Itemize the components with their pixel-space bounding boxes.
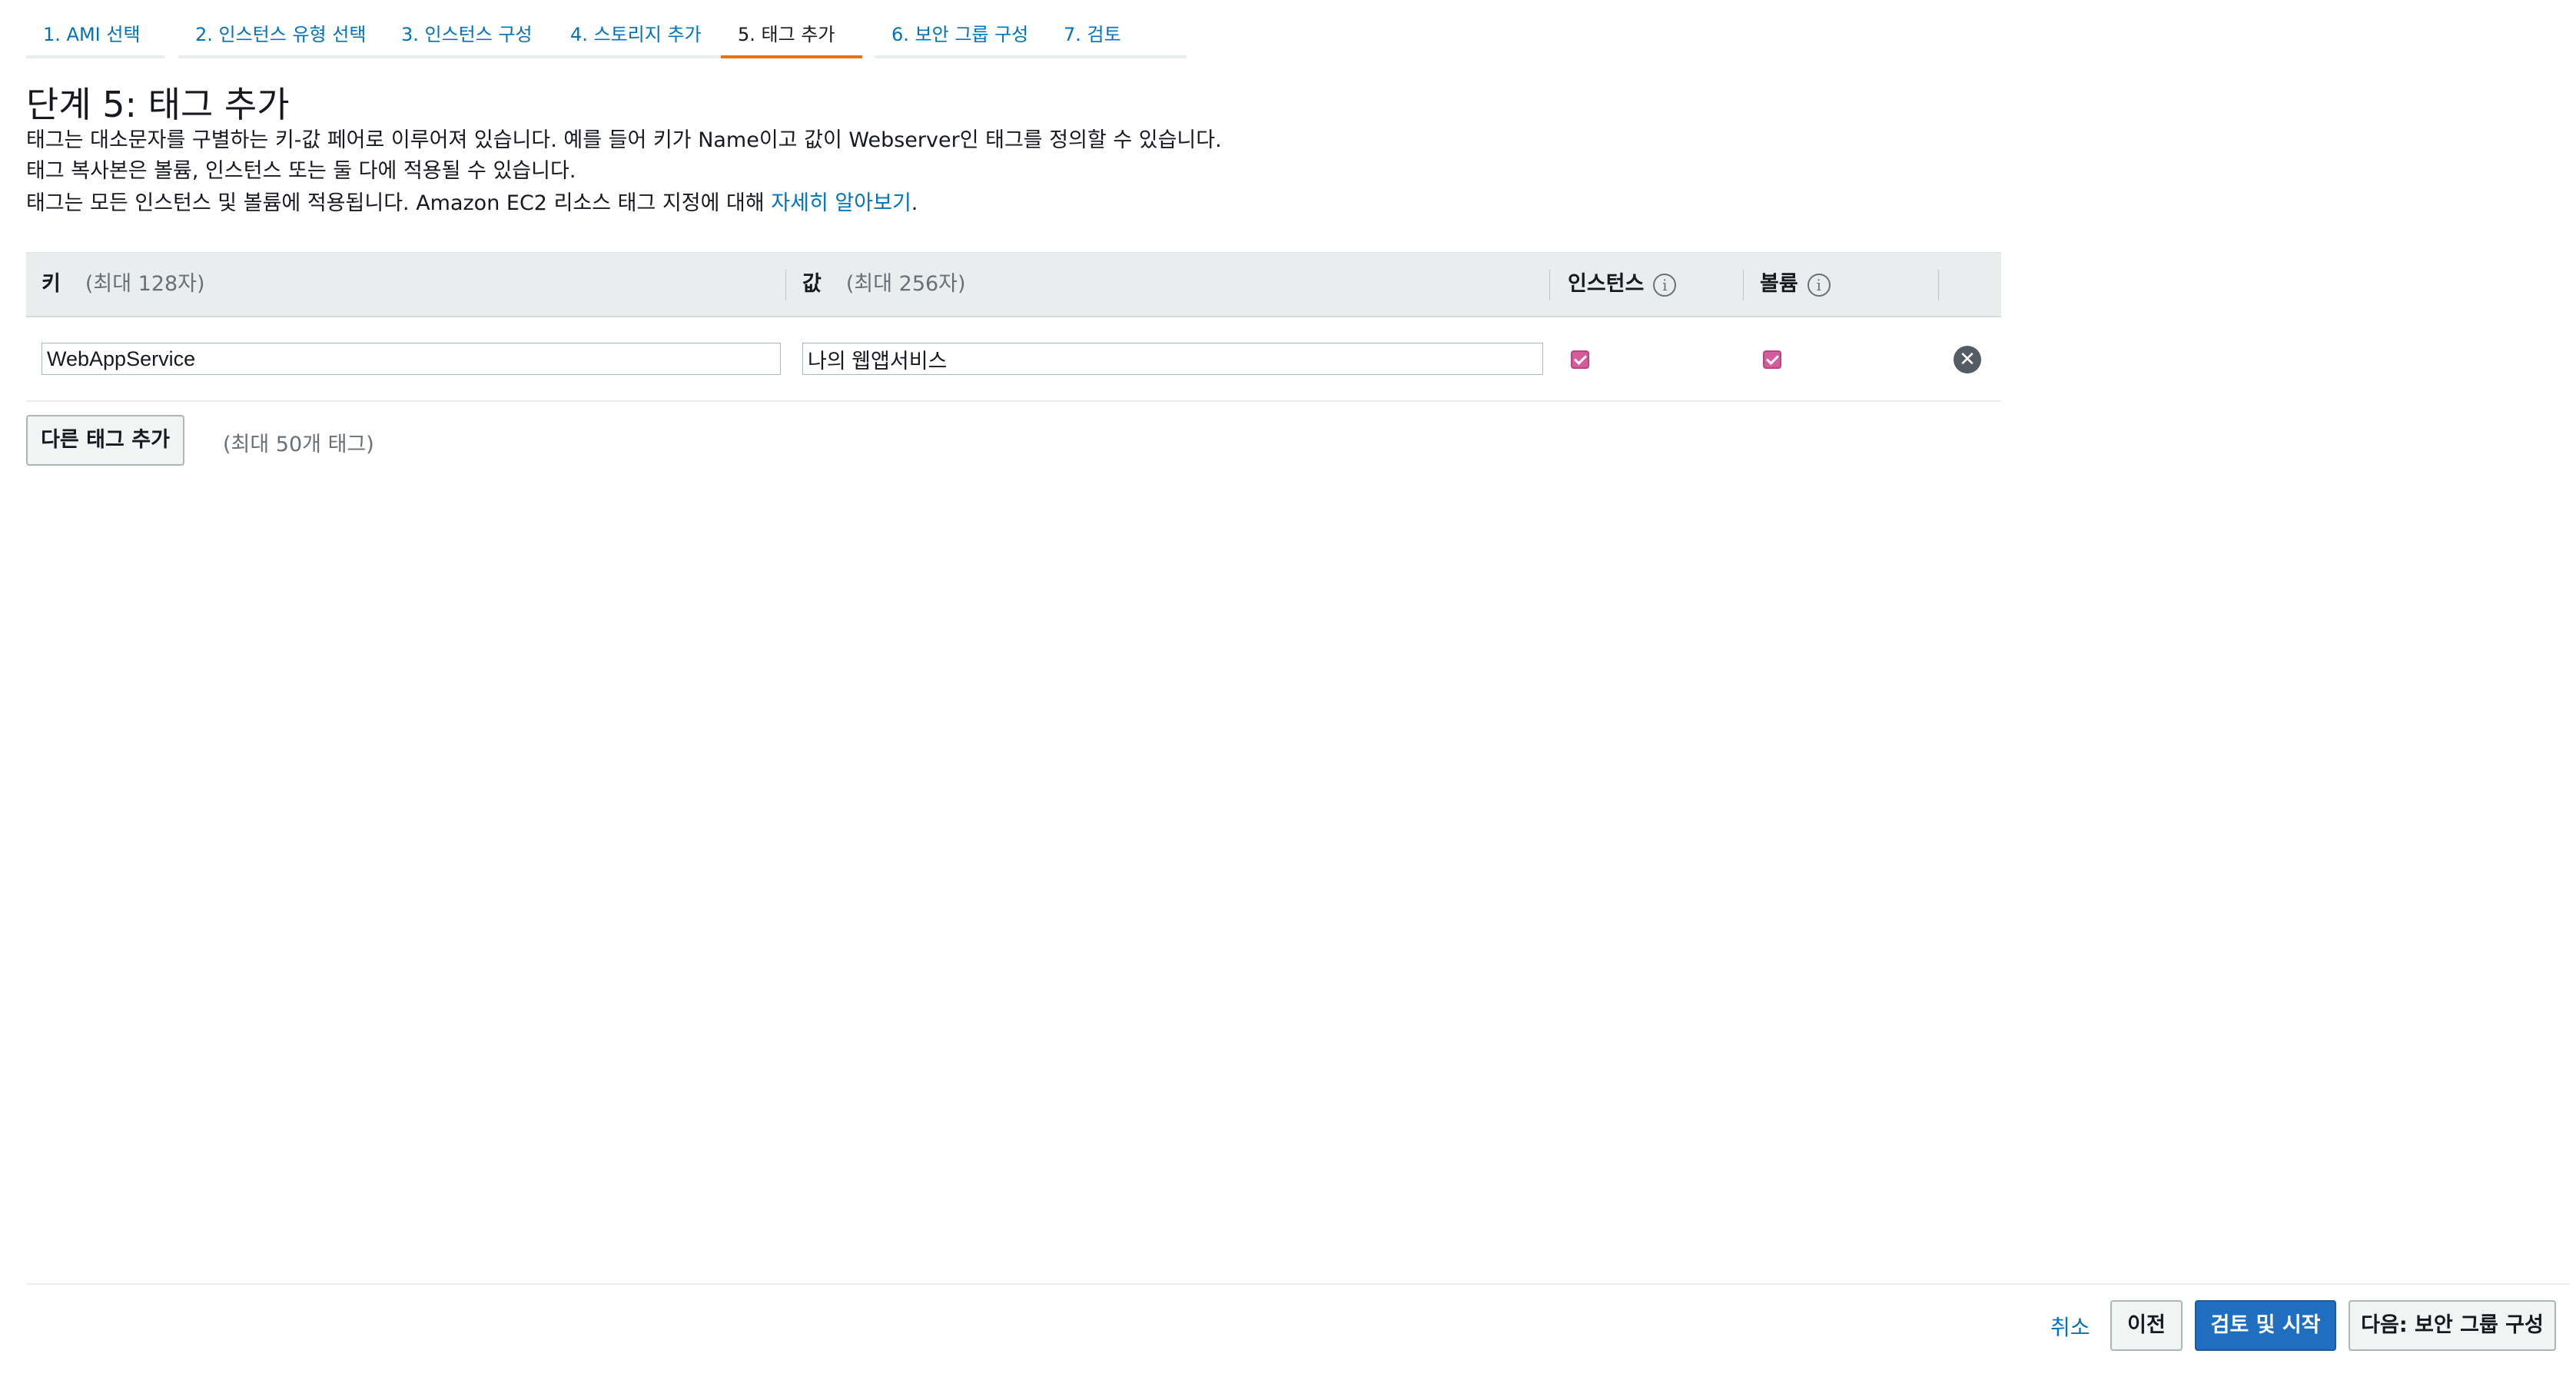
learn-more-link[interactable]: 자세히 알아보기 xyxy=(771,191,911,215)
description-text: 태그는 모든 인스턴스 및 볼륨에 적용됩니다. Amazon EC2 리소스 … xyxy=(26,191,765,215)
add-tag-button[interactable]: 다른 태그 추가 xyxy=(26,415,184,466)
review-and-launch-button[interactable]: 검토 및 시작 xyxy=(2195,1300,2336,1351)
footer-divider xyxy=(26,1283,2570,1285)
info-icon[interactable]: i xyxy=(1807,273,1831,297)
column-key-label: 키 xyxy=(41,272,61,296)
column-value: 값 (최대 256자) xyxy=(802,253,966,316)
column-divider xyxy=(785,270,786,300)
remove-tag-icon[interactable]: ✕ xyxy=(1954,346,1981,373)
tab-choose-instance-type[interactable]: 2. 인스턴스 유형 선택 xyxy=(178,0,398,58)
column-key: 키 (최대 128자) xyxy=(41,253,205,316)
column-volumes: 볼륨 i xyxy=(1760,253,1831,316)
column-value-hint: (최대 256자) xyxy=(845,272,966,296)
column-divider xyxy=(1743,270,1744,300)
column-key-hint: (최대 128자) xyxy=(85,272,205,296)
column-volumes-label: 볼륨 xyxy=(1760,272,1798,296)
info-icon[interactable]: i xyxy=(1653,273,1677,297)
description-line-1: 태그는 대소문자를 구별하는 키-값 페어로 이루어져 있습니다. 예를 들어 … xyxy=(26,128,1222,152)
column-value-label: 값 xyxy=(802,272,822,296)
tab-configure-instance[interactable]: 3. 인스턴스 구성 xyxy=(384,0,563,58)
tags-table-header: 키 (최대 128자) 값 (최대 256자) 인스턴스 i 볼륨 i xyxy=(26,252,2001,317)
description-line-3: 태그는 모든 인스턴스 및 볼륨에 적용됩니다. Amazon EC2 리소스 … xyxy=(26,186,918,216)
column-divider xyxy=(1938,270,1939,300)
tab-configure-security-group[interactable]: 6. 보안 그룹 구성 xyxy=(875,0,1056,58)
previous-button[interactable]: 이전 xyxy=(2110,1300,2183,1351)
tab-choose-ami[interactable]: 1. AMI 선택 xyxy=(26,0,164,58)
tag-key-input[interactable] xyxy=(41,343,781,375)
wizard-steps: 1. AMI 선택 2. 인스턴스 유형 선택 3. 인스턴스 구성 4. 스토… xyxy=(26,0,1194,60)
instances-checkbox[interactable] xyxy=(1571,350,1589,369)
cancel-link[interactable]: 취소 xyxy=(2050,1311,2090,1342)
column-divider xyxy=(1549,270,1550,300)
tab-review[interactable]: 7. 검토 xyxy=(1047,0,1187,58)
tags-table: 키 (최대 128자) 값 (최대 256자) 인스턴스 i 볼륨 i xyxy=(26,252,2001,402)
tag-limit-note: (최대 50개 태그) xyxy=(223,433,374,456)
tab-add-tags[interactable]: 5. 태그 추가 xyxy=(721,0,862,58)
description-period: . xyxy=(911,191,918,215)
volumes-checkbox[interactable] xyxy=(1763,350,1781,369)
next-configure-security-group-button[interactable]: 다음: 보안 그룹 구성 xyxy=(2349,1300,2556,1351)
tab-add-storage[interactable]: 4. 스토리지 추가 xyxy=(553,0,738,58)
description-line-2: 태그 복사본은 볼륨, 인스턴스 또는 둘 다에 적용될 수 있습니다. xyxy=(26,159,576,183)
page-title: 단계 5: 태그 추가 xyxy=(26,84,290,125)
column-instances-label: 인스턴스 xyxy=(1568,272,1645,296)
column-instances: 인스턴스 i xyxy=(1568,253,1677,316)
tag-value-input[interactable] xyxy=(802,343,1543,375)
